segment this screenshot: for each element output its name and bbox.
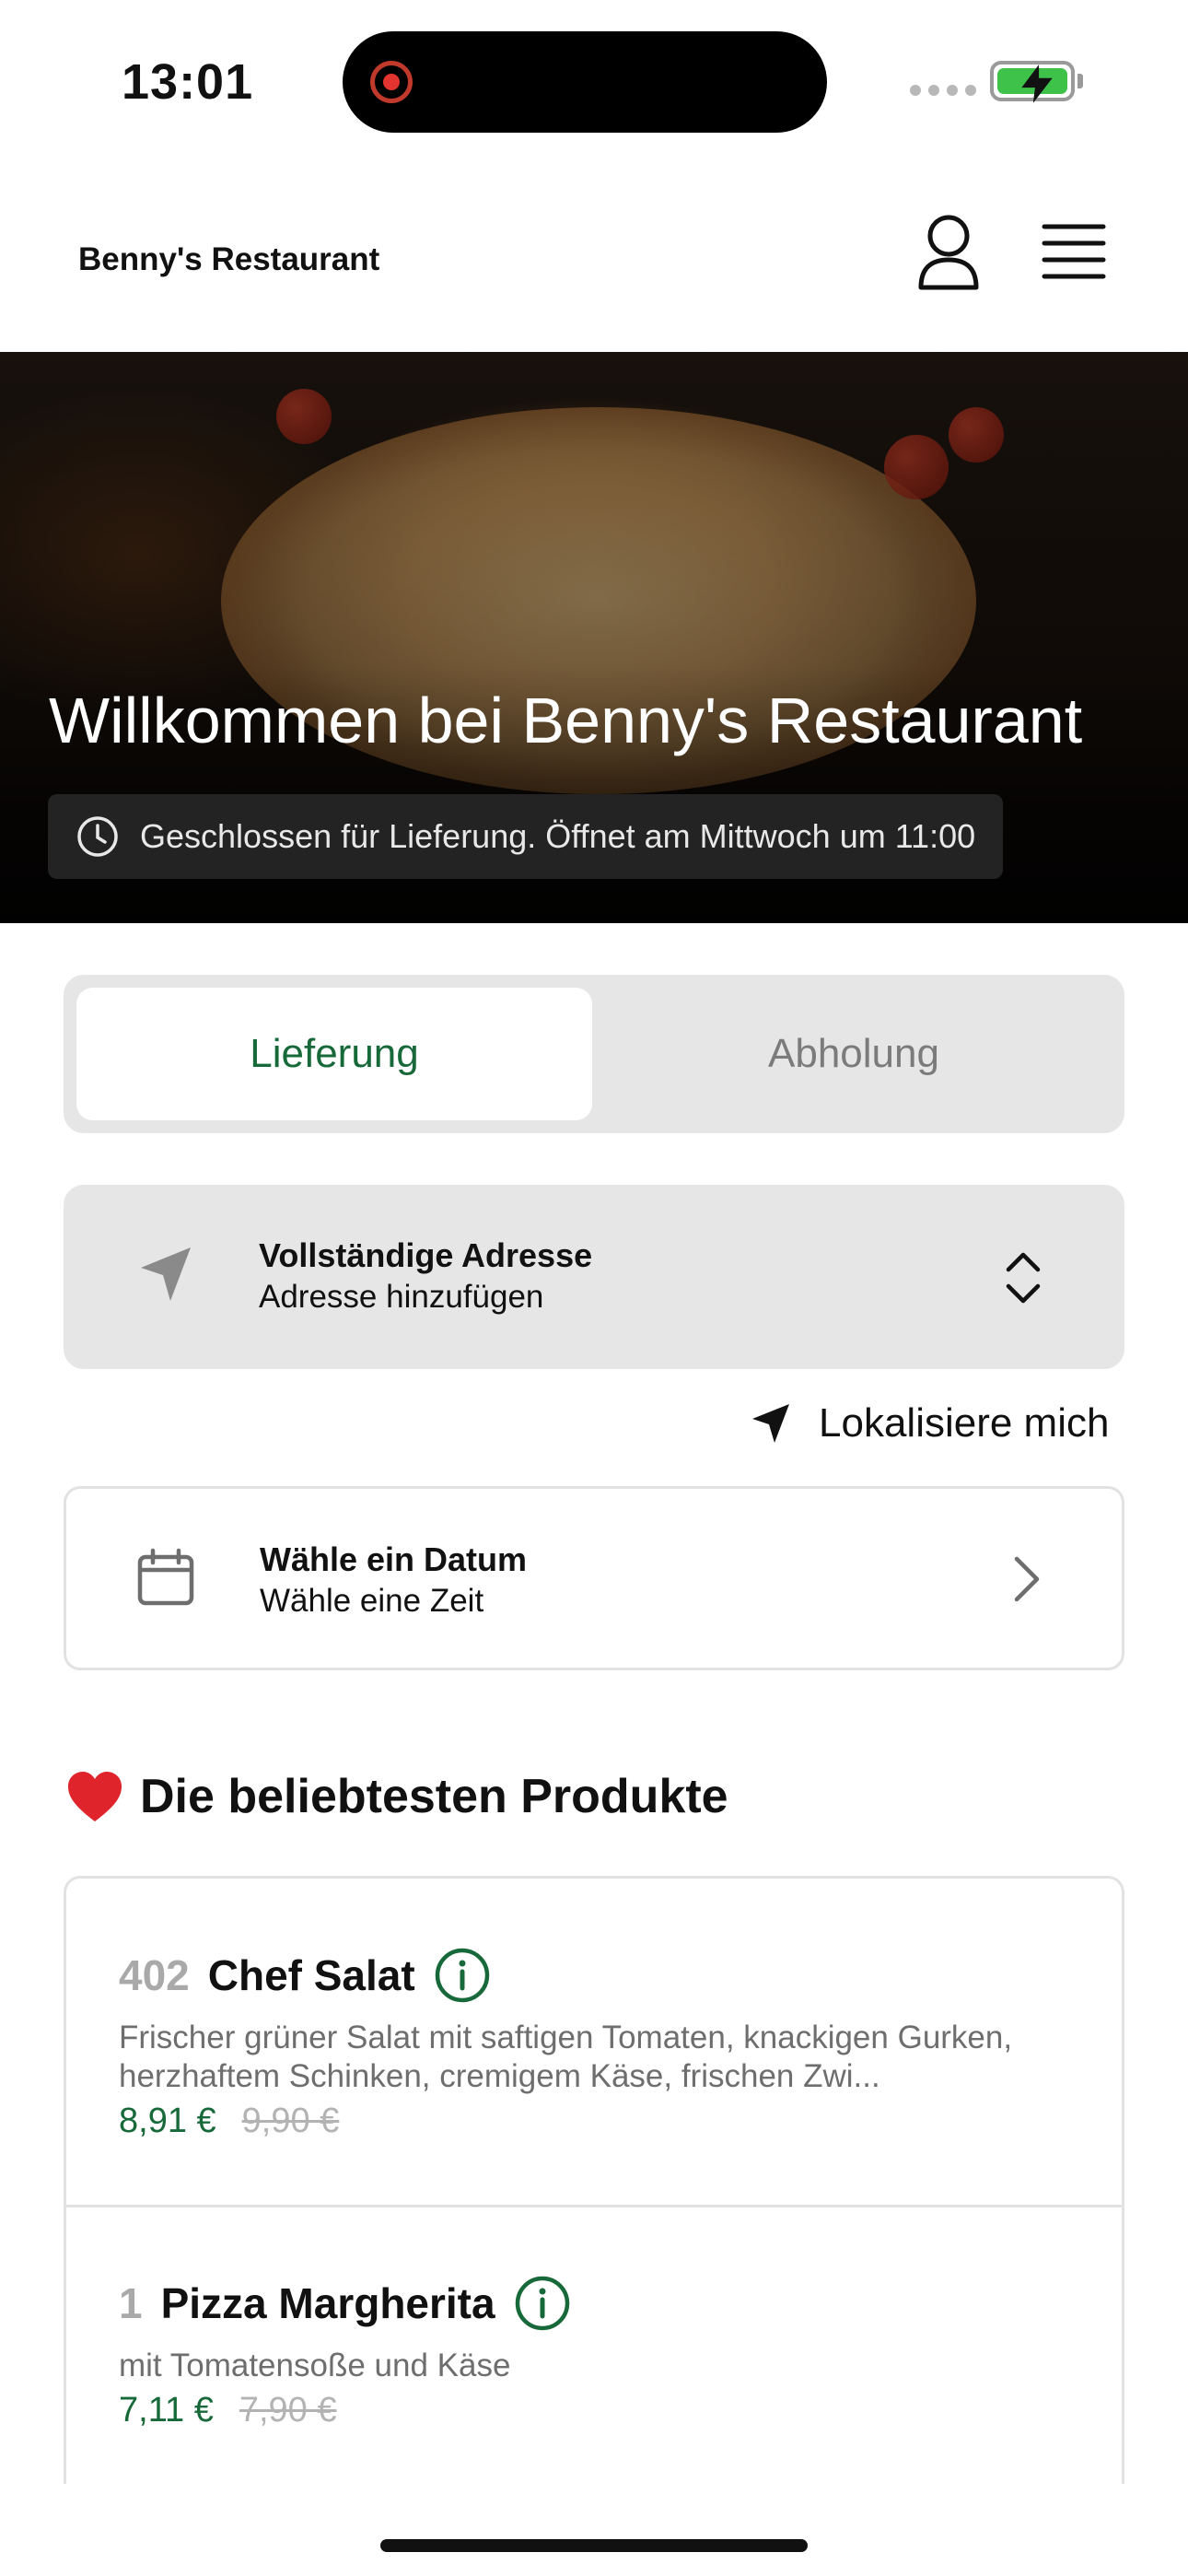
address-selector[interactable]: Vollständige Adresse Adresse hinzufügen [64,1185,1124,1369]
product-card[interactable]: 402 Chef Salat Frischer grüner Salat mit… [66,1947,1122,2141]
address-title: Vollständige Adresse [259,1236,593,1274]
hero-title: Willkommen bei Benny's Restaurant [49,685,1083,756]
chevron-up-down-icon [1006,1252,1041,1304]
info-icon[interactable] [434,1947,491,2004]
chevron-right-icon [1014,1556,1040,1602]
product-name: Chef Salat [207,1951,415,1999]
dynamic-island [343,31,827,133]
user-icon[interactable] [912,212,985,295]
status-time: 13:01 [122,54,254,110]
hero-banner: Willkommen bei Benny's Restaurant Geschl… [0,352,1188,923]
screen: 13:01 Benny's Restaurant Willkommen bei … [0,0,1188,2576]
menu-icon[interactable] [1039,216,1109,289]
opening-status-text: Geschlossen für Lieferung. Öffnet am Mit… [140,817,976,855]
heart-icon [68,1772,122,1821]
signal-icon [910,85,976,96]
clock-icon [77,816,118,857]
product-old-price: 7,90 € [239,2391,337,2430]
product-old-price: 9,90 € [241,2102,340,2140]
divider [66,2205,1122,2207]
app-header: Benny's Restaurant [0,157,1188,352]
schedule-selector[interactable]: Wähle ein Datum Wähle eine Zeit [64,1486,1124,1670]
info-icon[interactable] [514,2275,571,2332]
location-arrow-icon [141,1247,191,1301]
product-description: mit Tomatensoße und Käse [119,2348,511,2383]
product-number: 402 [119,1951,190,1999]
home-indicator[interactable] [380,2539,808,2552]
opening-status: Geschlossen für Lieferung. Öffnet am Mit… [48,794,1004,879]
product-list: 402 Chef Salat Frischer grüner Salat mit… [64,1876,1124,2484]
order-mode-toggle: Lieferung Abholung [64,975,1124,1133]
calendar-icon [137,1548,194,1606]
location-arrow-icon [752,1404,789,1443]
section-title-text: Die beliebtesten Produkte [140,1770,728,1823]
tab-lieferung[interactable]: Lieferung [76,988,592,1120]
tab-abholung[interactable]: Abholung [596,988,1112,1120]
section-title: Die beliebtesten Produkte [66,1769,728,1824]
status-bar: 13:01 [0,0,1188,157]
product-name: Pizza Margherita [160,2279,495,2327]
locate-me-label: Lokalisiere mich [819,1400,1110,1446]
battery-cap [1077,74,1083,88]
product-card[interactable]: 1 Pizza Margherita mit Tomatensoße und K… [66,2275,1122,2430]
schedule-title: Wähle ein Datum [260,1540,528,1578]
product-price: 8,91 € [119,2102,216,2140]
product-price: 7,11 € [119,2391,214,2430]
locate-me-button[interactable]: Lokalisiere mich [751,1400,1109,1446]
product-number: 1 [119,2279,143,2327]
product-description: Frischer grüner Salat mit saftigen Tomat… [119,2020,1013,2094]
address-subtitle: Adresse hinzufügen [259,1279,544,1315]
battery-icon [990,61,1075,103]
schedule-subtitle: Wähle eine Zeit [260,1583,484,1619]
record-icon [370,61,413,103]
brand-title[interactable]: Benny's Restaurant [78,241,379,278]
